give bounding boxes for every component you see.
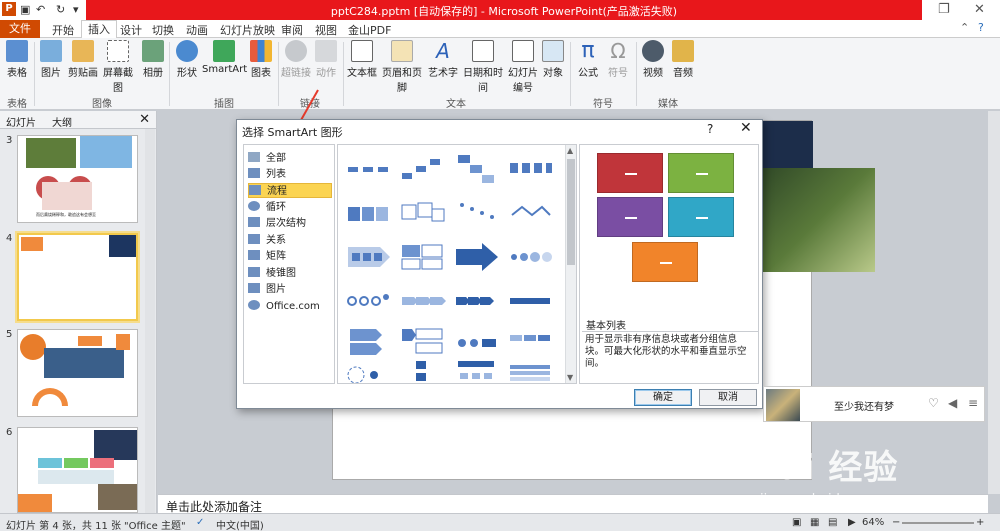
layout-gallery: ▲ ▼ bbox=[337, 144, 577, 384]
layout-item[interactable] bbox=[346, 241, 392, 273]
matrix-icon bbox=[248, 250, 260, 260]
scroll-down-icon[interactable]: ▼ bbox=[567, 373, 573, 382]
language[interactable]: 中文(中国) bbox=[216, 517, 264, 531]
preview-description: 用于显示非有序信息块或者分组信息块。可最大化形状的水平和垂直显示空间。 bbox=[582, 331, 758, 383]
slide-sorter-icon[interactable]: ▦ bbox=[810, 517, 819, 528]
process-icon bbox=[249, 185, 261, 195]
baidu-watermark-url: jingyan.baidu.com bbox=[760, 492, 880, 507]
layout-item[interactable] bbox=[508, 327, 554, 359]
layout-item[interactable] bbox=[454, 285, 500, 317]
layout-item[interactable] bbox=[400, 359, 446, 383]
preview-box bbox=[668, 197, 734, 237]
zoom-slider[interactable] bbox=[902, 522, 974, 524]
layout-item[interactable] bbox=[454, 359, 500, 383]
category-relationship[interactable]: 关系 bbox=[248, 233, 332, 248]
category-matrix[interactable]: 矩阵 bbox=[248, 249, 332, 264]
song-title: 至少我还有梦 bbox=[834, 402, 894, 413]
layout-item[interactable] bbox=[400, 197, 446, 229]
category-list-item[interactable]: 列表 bbox=[248, 167, 332, 182]
zoom-in-icon[interactable]: + bbox=[976, 517, 984, 528]
music-popup: 至少我还有梦 ♡ ◀ ≡ bbox=[763, 386, 985, 422]
album-cover[interactable] bbox=[766, 389, 800, 421]
preview-box bbox=[597, 197, 663, 237]
spellcheck-icon[interactable]: ✓ bbox=[196, 517, 204, 528]
layout-item[interactable] bbox=[400, 241, 446, 273]
layout-item[interactable] bbox=[400, 327, 446, 359]
like-heart-icon[interactable]: ♡ bbox=[928, 396, 939, 410]
layout-item[interactable] bbox=[508, 285, 554, 317]
layout-item[interactable] bbox=[454, 197, 500, 229]
layout-item[interactable] bbox=[346, 153, 392, 185]
layout-item[interactable] bbox=[454, 153, 500, 185]
scroll-up-icon[interactable]: ▲ bbox=[567, 146, 573, 155]
zoom-level[interactable]: 64% bbox=[862, 517, 884, 528]
close-dialog-icon[interactable]: ✕ bbox=[740, 120, 752, 136]
category-hierarchy[interactable]: 层次结构 bbox=[248, 216, 332, 231]
category-cycle[interactable]: 循环 bbox=[248, 200, 332, 215]
category-list: 全部 列表 流程 循环 层次结构 关系 矩阵 棱锥图 图片 Office.com bbox=[243, 144, 335, 384]
layout-item[interactable] bbox=[400, 285, 446, 317]
normal-view-icon[interactable]: ▣ bbox=[792, 517, 801, 528]
layout-item[interactable] bbox=[400, 153, 446, 185]
volume-icon[interactable]: ◀ bbox=[948, 396, 957, 410]
layout-item[interactable] bbox=[508, 153, 554, 185]
category-office-com[interactable]: Office.com bbox=[248, 299, 332, 314]
gallery-scrollbar[interactable]: ▲ ▼ bbox=[565, 145, 576, 383]
pyramid-icon bbox=[248, 267, 260, 277]
hierarchy-icon bbox=[248, 217, 260, 227]
category-process[interactable]: 流程 bbox=[248, 183, 332, 198]
category-pyramid[interactable]: 棱锥图 bbox=[248, 266, 332, 281]
layout-item[interactable] bbox=[508, 359, 554, 383]
relationship-icon bbox=[248, 234, 260, 244]
layout-item[interactable] bbox=[508, 197, 554, 229]
cycle-icon bbox=[248, 201, 260, 211]
baidu-watermark: Bai 经验 bbox=[752, 448, 899, 488]
globe-icon bbox=[248, 300, 260, 310]
ok-button[interactable]: 确定 bbox=[634, 389, 692, 406]
slideshow-view-icon[interactable]: ▶ bbox=[848, 517, 856, 528]
all-icon bbox=[248, 152, 260, 162]
list-icon bbox=[248, 168, 260, 178]
layout-item[interactable] bbox=[346, 327, 392, 359]
layout-item[interactable] bbox=[346, 285, 392, 317]
layout-item[interactable] bbox=[346, 197, 392, 229]
zoom-out-icon[interactable]: − bbox=[892, 517, 900, 528]
layout-item[interactable] bbox=[346, 359, 392, 383]
preview-box bbox=[597, 153, 663, 193]
preview-box bbox=[632, 242, 698, 282]
menu-icon[interactable]: ≡ bbox=[968, 396, 978, 410]
layout-item[interactable] bbox=[454, 241, 500, 273]
preview-box bbox=[668, 153, 734, 193]
preview-pane: 基本列表 用于显示非有序信息块或者分组信息块。可最大化形状的水平和垂直显示空间。 bbox=[579, 144, 759, 384]
dialog-title: 选择 SmartArt 图形 bbox=[242, 126, 343, 139]
theme-name: "Office 主题" bbox=[124, 521, 186, 531]
help-icon[interactable]: ? bbox=[707, 122, 713, 136]
scroll-thumb[interactable] bbox=[567, 159, 575, 265]
cancel-button[interactable]: 取消 bbox=[699, 389, 757, 406]
picture-icon bbox=[248, 283, 260, 293]
reading-view-icon[interactable]: ▤ bbox=[828, 517, 837, 528]
status-bar: 幻灯片 第 4 张，共 11 张 "Office 主题" ✓ 中文(中国) ▣ … bbox=[0, 513, 1000, 531]
layout-item[interactable] bbox=[454, 327, 500, 359]
layout-item[interactable] bbox=[508, 241, 554, 273]
smartart-dialog: 选择 SmartArt 图形 ? ✕ 全部 列表 流程 循环 层次结构 关系 矩… bbox=[236, 119, 763, 409]
preview-name: 基本列表 bbox=[586, 321, 626, 332]
category-picture[interactable]: 图片 bbox=[248, 282, 332, 297]
category-all[interactable]: 全部 bbox=[248, 151, 332, 166]
slide-position: 幻灯片 第 4 张，共 11 张 bbox=[6, 521, 121, 531]
